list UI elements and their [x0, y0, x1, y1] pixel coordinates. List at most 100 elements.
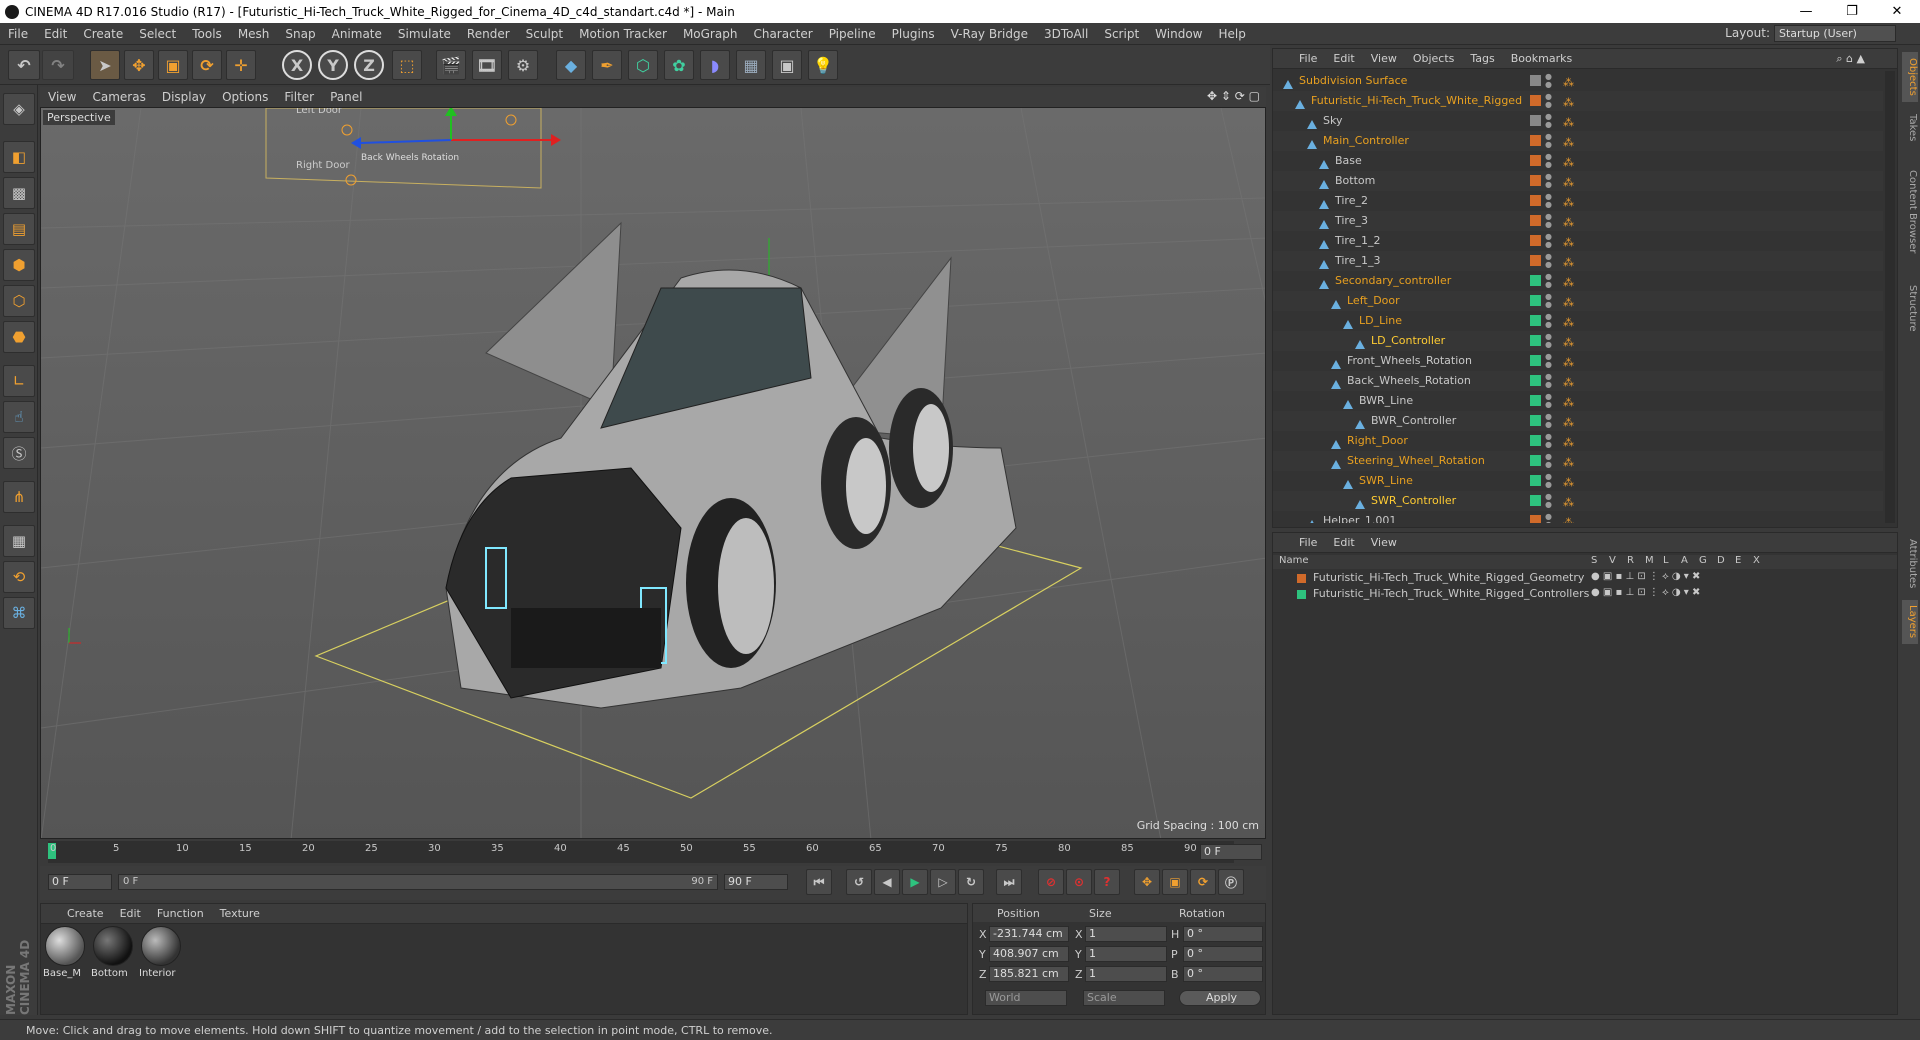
rot-p-field[interactable]: 0 °	[1183, 946, 1263, 962]
visibility-dots-icon[interactable]: ● ●	[1545, 353, 1552, 369]
object-name[interactable]: Futuristic_Hi-Tech_Truck_White_Rigged	[1311, 91, 1522, 111]
snap-icon[interactable]: ⋔	[3, 481, 35, 513]
layer-flag-icons[interactable]: ● ▣ ▪ ⊥ ⊡ ⋮ ⟡ ◑ ▾ ✖	[1591, 587, 1700, 598]
menu-file[interactable]: File	[0, 27, 36, 41]
object-row[interactable]: Sky ● ● ⁂	[1273, 111, 1883, 131]
layer-row-controllers[interactable]: Futuristic_Hi-Tech_Truck_White_Rigged_Co…	[1273, 587, 1897, 602]
object-menu-objects[interactable]: Objects	[1405, 52, 1463, 65]
object-layer-swatch[interactable]	[1530, 475, 1541, 486]
menu-simulate[interactable]: Simulate	[390, 27, 459, 41]
deformer-icon[interactable]: ◗	[700, 50, 730, 80]
object-scrollbar[interactable]	[1885, 71, 1895, 523]
object-menu-edit[interactable]: Edit	[1325, 52, 1362, 65]
object-tag-icon[interactable]: ⁂	[1563, 193, 1574, 213]
object-name[interactable]: Back_Wheels_Rotation	[1347, 371, 1471, 391]
pos-z-field[interactable]: 185.821 cm	[989, 966, 1069, 982]
object-name[interactable]: Secondary_controller	[1335, 271, 1451, 291]
object-layer-swatch[interactable]	[1530, 115, 1541, 126]
prev-frame-icon[interactable]: ◀	[874, 869, 900, 895]
object-layer-swatch[interactable]	[1530, 395, 1541, 406]
material-menu-function[interactable]: Function	[149, 907, 212, 920]
pos-y-field[interactable]: 408.907 cm	[989, 946, 1069, 962]
key-scale-icon[interactable]: ▣	[1162, 869, 1188, 895]
object-row[interactable]: Left_Door ● ● ⁂	[1273, 291, 1883, 311]
object-name[interactable]: Steering_Wheel_Rotation	[1347, 451, 1485, 471]
object-row[interactable]: Tire_1_2 ● ● ⁂	[1273, 231, 1883, 251]
select-arrow-icon[interactable]: ➤	[90, 50, 120, 80]
close-button[interactable]: ✕	[1874, 0, 1920, 23]
object-tag-icon[interactable]: ⁂	[1563, 93, 1574, 113]
material-interior[interactable]: Interior	[139, 924, 183, 988]
coord-scale-select[interactable]: Scale	[1083, 990, 1165, 1006]
object-tag-icon[interactable]: ⁂	[1563, 293, 1574, 313]
object-layer-swatch[interactable]	[1530, 175, 1541, 186]
size-y-field[interactable]: 1	[1085, 946, 1167, 962]
menu-script[interactable]: Script	[1096, 27, 1147, 41]
go-to-end-icon[interactable]: ⏭	[996, 869, 1022, 895]
visibility-dots-icon[interactable]: ● ●	[1545, 113, 1552, 129]
solo-icon[interactable]: Ⓢ	[3, 437, 35, 469]
next-frame-icon[interactable]: ▷	[930, 869, 956, 895]
object-row[interactable]: Steering_Wheel_Rotation ● ● ⁂	[1273, 451, 1883, 471]
object-row[interactable]: Futuristic_Hi-Tech_Truck_White_Rigged ● ●…	[1273, 91, 1883, 111]
object-name[interactable]: Tire_2	[1335, 191, 1368, 211]
layer-menu-view[interactable]: View	[1363, 536, 1405, 549]
object-name[interactable]: Base	[1335, 151, 1362, 171]
go-to-start-icon[interactable]: ⏮	[806, 869, 832, 895]
viewport-menu-display[interactable]: Display	[154, 90, 214, 104]
object-tag-icon[interactable]: ⁂	[1563, 373, 1574, 393]
y-axis-icon[interactable]: Y	[318, 50, 348, 80]
object-layer-swatch[interactable]	[1530, 95, 1541, 106]
visibility-dots-icon[interactable]: ● ●	[1545, 453, 1552, 469]
prev-key-icon[interactable]: ↺	[846, 869, 872, 895]
object-name[interactable]: SWR_Line	[1359, 471, 1413, 491]
cube-icon[interactable]: ◆	[556, 50, 586, 80]
object-tag-icon[interactable]: ⁂	[1563, 473, 1574, 493]
tab-structure[interactable]: Structure	[1902, 278, 1918, 338]
object-row[interactable]: Secondary_controller ● ● ⁂	[1273, 271, 1883, 291]
layer-row-geometry[interactable]: Futuristic_Hi-Tech_Truck_White_Rigged_Ge…	[1273, 571, 1897, 586]
workplane-grid-icon[interactable]: ⟲	[3, 561, 35, 593]
visibility-dots-icon[interactable]: ● ●	[1545, 73, 1552, 89]
viewport-perspective[interactable]: Left Door Right Door Back Wheels Rotatio…	[40, 107, 1266, 839]
object-row[interactable]: Subdivision Surface ● ● ⁂	[1273, 71, 1883, 91]
object-tag-icon[interactable]: ⁂	[1563, 113, 1574, 133]
menu-help[interactable]: Help	[1210, 27, 1253, 41]
minimize-button[interactable]: —	[1783, 0, 1829, 23]
object-name[interactable]: Right_Door	[1347, 431, 1408, 451]
viewport-menu-options[interactable]: Options	[214, 90, 276, 104]
object-name[interactable]: BWR_Controller	[1371, 411, 1456, 431]
size-x-field[interactable]: 1	[1085, 926, 1167, 942]
object-layer-swatch[interactable]	[1530, 135, 1541, 146]
autokey-icon[interactable]: ⊙	[1066, 869, 1092, 895]
tab-layers[interactable]: Layers	[1902, 600, 1918, 644]
menu-character[interactable]: Character	[745, 27, 820, 41]
object-name[interactable]: Tire_1_3	[1335, 251, 1380, 271]
next-key-icon[interactable]: ↻	[958, 869, 984, 895]
material-base[interactable]: Base_M	[43, 924, 87, 988]
menu-tools[interactable]: Tools	[184, 27, 230, 41]
menu-animate[interactable]: Animate	[324, 27, 390, 41]
key-position-icon[interactable]: ✥	[1134, 869, 1160, 895]
material-bottom[interactable]: Bottom	[91, 924, 135, 988]
object-tag-icon[interactable]: ⁂	[1563, 273, 1574, 293]
visibility-dots-icon[interactable]: ● ●	[1545, 293, 1552, 309]
model-mode-icon[interactable]: ◧	[3, 141, 35, 173]
object-row[interactable]: Main_Controller ● ● ⁂	[1273, 131, 1883, 151]
object-menu-view[interactable]: View	[1363, 52, 1405, 65]
play-icon[interactable]: ▶	[902, 869, 928, 895]
object-menu-file[interactable]: File	[1291, 52, 1325, 65]
visibility-dots-icon[interactable]: ● ●	[1545, 413, 1552, 429]
subdivision-icon[interactable]: ⬡	[628, 50, 658, 80]
object-row[interactable]: Front_Wheels_Rotation ● ● ⁂	[1273, 351, 1883, 371]
object-tag-icon[interactable]: ⁂	[1563, 233, 1574, 253]
object-layer-swatch[interactable]	[1530, 375, 1541, 386]
material-menu-texture[interactable]: Texture	[212, 907, 268, 920]
visibility-dots-icon[interactable]: ● ●	[1545, 373, 1552, 389]
rotate-icon[interactable]: ⟳	[192, 50, 222, 80]
menu-plugins[interactable]: Plugins	[884, 27, 943, 41]
end-frame-field[interactable]: 90 F	[724, 874, 788, 890]
render-view-icon[interactable]: 🎬	[436, 50, 466, 80]
keyframe-selection-icon[interactable]: ?	[1094, 869, 1120, 895]
visibility-dots-icon[interactable]: ● ●	[1545, 153, 1552, 169]
